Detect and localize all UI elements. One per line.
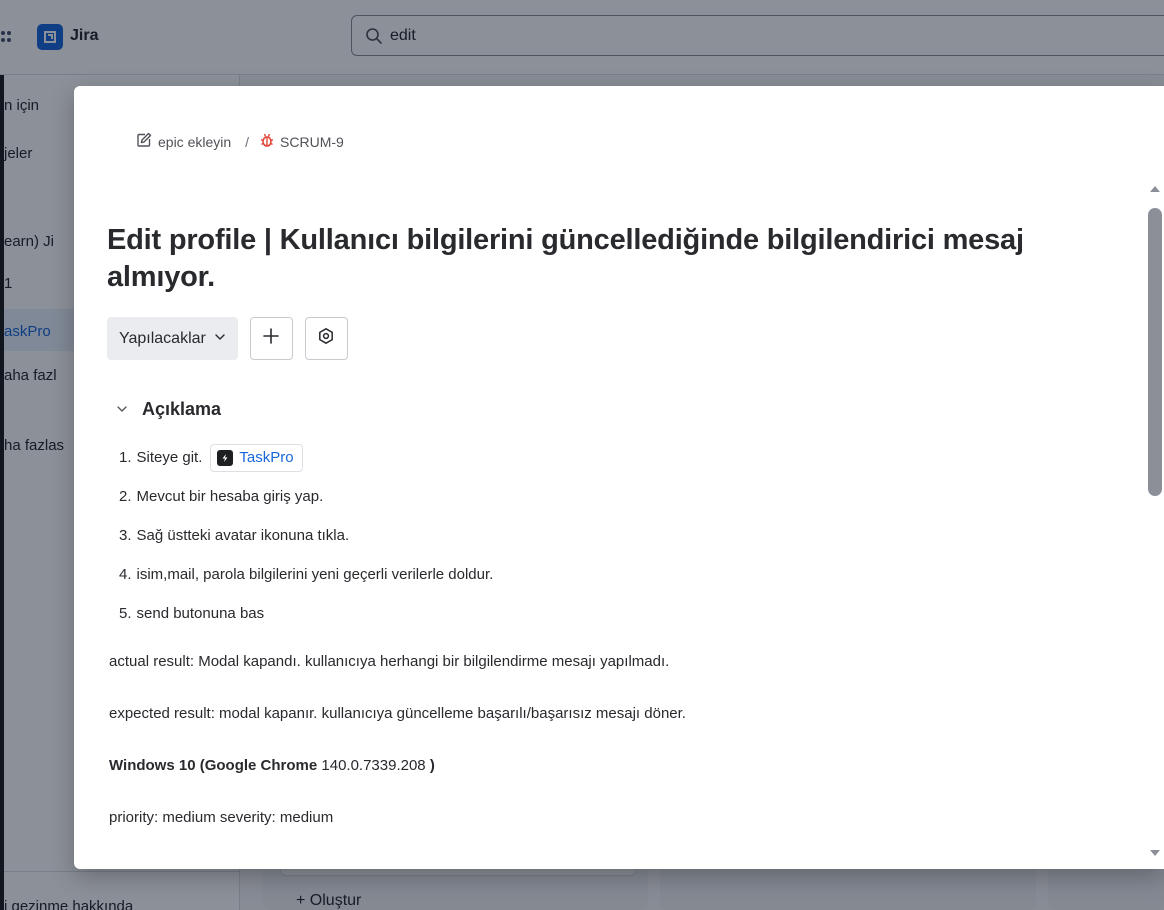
issue-modal: epic ekleyin / SCRUM-9 Edit profile | Ku…: [74, 86, 1164, 869]
chevron-down-icon: [214, 330, 226, 348]
link-favicon-icon: [217, 449, 234, 466]
smart-link[interactable]: TaskPro: [210, 443, 303, 472]
step-text: send butonuna bas: [136, 605, 265, 622]
step-number: 3.: [119, 527, 132, 544]
breadcrumb-separator: /: [245, 133, 250, 150]
settings-icon: [317, 327, 335, 350]
smart-link-label: TaskPro: [239, 449, 294, 466]
add-button[interactable]: [249, 317, 293, 360]
apps-button[interactable]: [304, 317, 348, 360]
environment-close: ): [425, 757, 435, 774]
issue-key: SCRUM-9: [280, 133, 344, 150]
environment-text: Windows 10 (Google Chrome 140.0.7339.208…: [109, 757, 435, 774]
scroll-up-arrow-icon[interactable]: [1150, 186, 1160, 192]
environment-version: 140.0.7339.208: [317, 757, 426, 774]
step-text: Sağ üstteki avatar ikonuna tıkla.: [136, 527, 350, 544]
chevron-down-icon: [116, 399, 128, 420]
list-item: 3. Sağ üstteki avatar ikonuna tıkla.: [119, 516, 493, 555]
step-text: isim,mail, parola bilgilerini yeni geçer…: [136, 566, 494, 583]
priority-text: priority: medium severity: medium: [109, 809, 334, 826]
issue-actions: Yapılacaklar: [107, 317, 348, 360]
plus-icon: [262, 327, 280, 350]
description-heading: Açıklama: [142, 399, 222, 419]
environment-bold: Windows 10 (Google Chrome: [109, 757, 318, 774]
issue-key-link[interactable]: SCRUM-9: [259, 132, 344, 151]
breadcrumb: epic ekleyin / SCRUM-9: [136, 132, 344, 151]
step-number: 2.: [119, 488, 132, 505]
step-number: 1.: [119, 449, 132, 466]
add-epic-link[interactable]: epic ekleyin: [136, 132, 231, 151]
add-epic-label: epic ekleyin: [158, 133, 232, 150]
step-text: Siteye git.: [136, 449, 203, 466]
issue-title[interactable]: Edit profile | Kullanıcı bilgilerini gün…: [107, 222, 1087, 295]
steps-list: 1. Siteye git. TaskPro 2. Mevcut bir hes…: [119, 438, 493, 633]
status-label: Yapılacaklar: [119, 329, 206, 347]
step-number: 5.: [119, 605, 132, 622]
scroll-down-arrow-icon[interactable]: [1150, 850, 1160, 856]
list-item: 4. isim,mail, parola bilgilerini yeni ge…: [119, 555, 493, 594]
expected-result-text: expected result: modal kapanır. kullanıc…: [109, 705, 686, 722]
edit-icon: [136, 132, 152, 151]
step-text: Mevcut bir hesaba giriş yap.: [136, 488, 324, 505]
status-dropdown[interactable]: Yapılacaklar: [107, 317, 238, 360]
list-item: 2. Mevcut bir hesaba giriş yap.: [119, 477, 493, 516]
description-section-header[interactable]: Açıklama: [116, 399, 221, 420]
bug-icon: [259, 132, 275, 151]
actual-result-text: actual result: Modal kapandı. kullanıcıy…: [109, 653, 670, 670]
list-item: 1. Siteye git. TaskPro: [119, 438, 493, 477]
list-item: 5. send butonuna bas: [119, 594, 493, 633]
step-number: 4.: [119, 566, 132, 583]
scrollbar-thumb[interactable]: [1148, 208, 1162, 496]
